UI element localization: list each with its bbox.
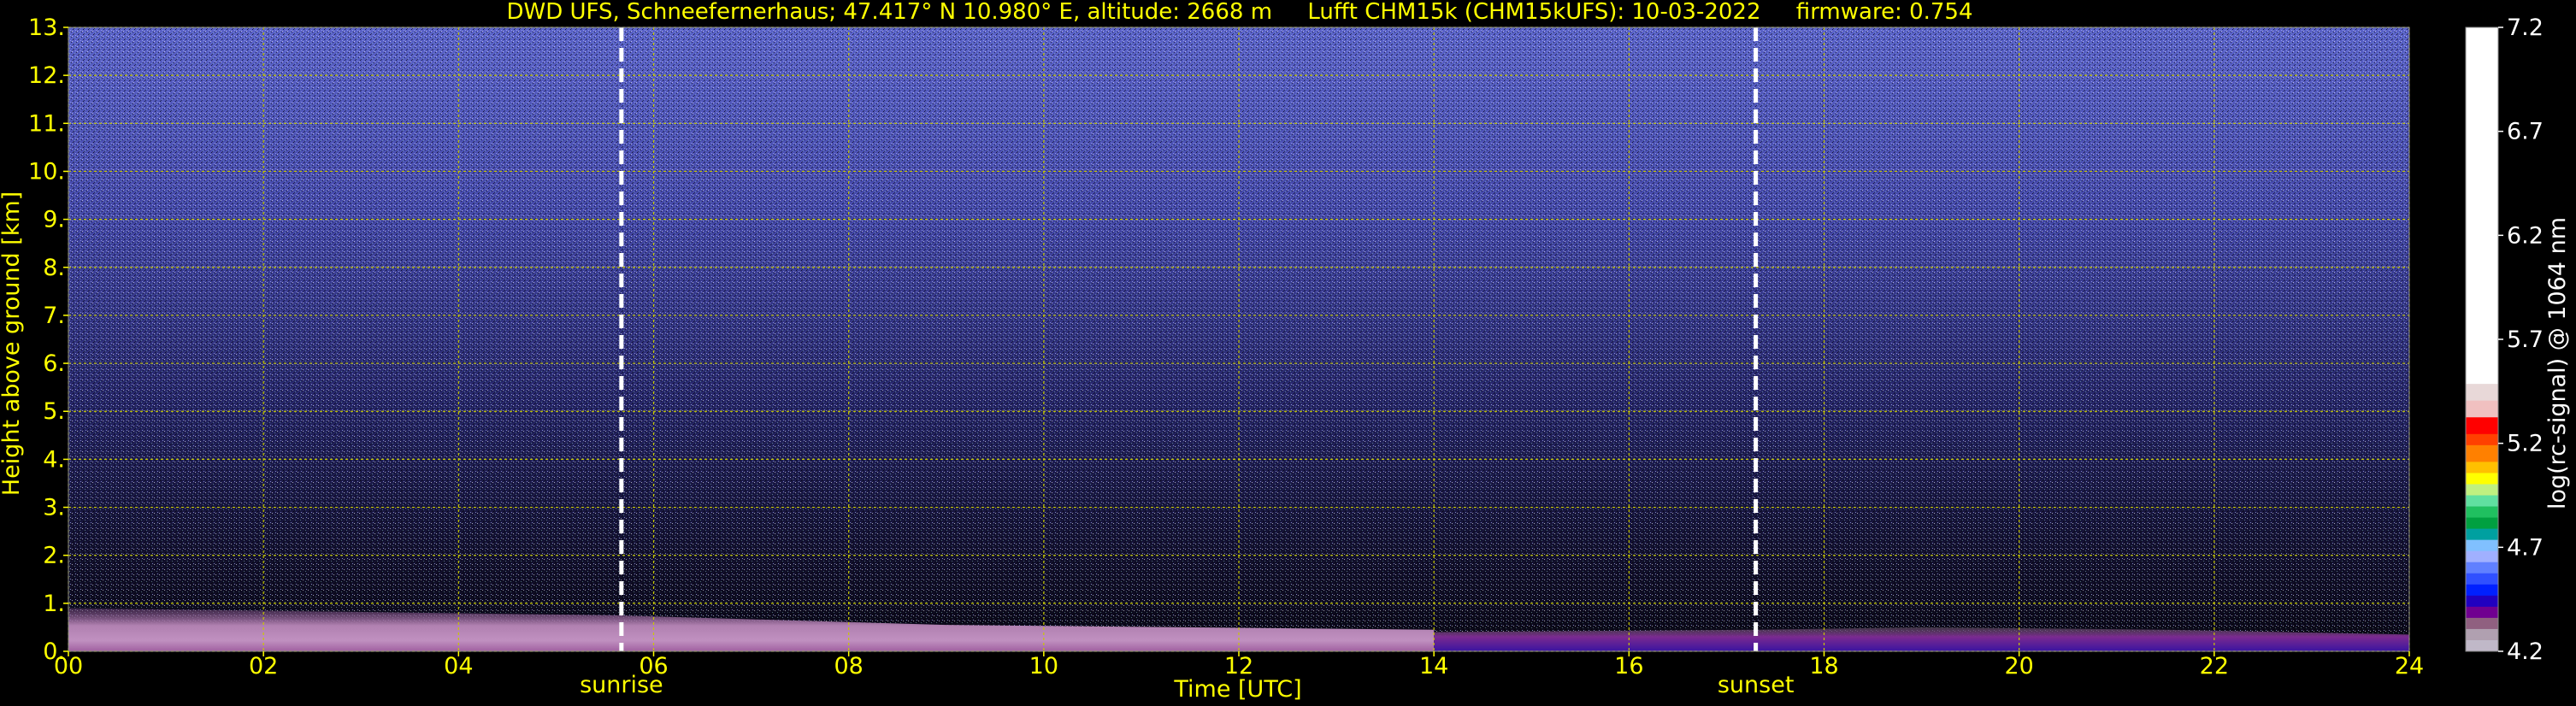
y-tick-label: 9. — [43, 207, 65, 233]
colorbar-tick-label: 4.7 — [2507, 534, 2544, 561]
y-axis-label: Height above ground [km] — [0, 191, 25, 496]
colorbar-segment — [2466, 506, 2498, 519]
colorbar-segment — [2466, 595, 2498, 608]
colorbar-segment — [2466, 584, 2498, 597]
x-axis-label: Time [UTC] — [1173, 676, 1301, 703]
y-tick-label: 4. — [43, 446, 65, 473]
colorbar-segment — [2466, 400, 2498, 418]
x-tick-label: 14 — [1419, 653, 1448, 680]
colorbar-segment — [2466, 495, 2498, 508]
colorbar-tick-label: 6.7 — [2507, 119, 2544, 145]
y-tick-label: 12. — [28, 62, 65, 89]
ceilometer-chart: 00 02 04 06 08 10 12 14 16 18 20 22 24 0.1.2.3.4.5.6… — [0, 0, 2571, 703]
colorbar-segment — [2466, 550, 2498, 563]
colorbar-tick-label: 5.7 — [2507, 327, 2544, 353]
colorbar-segment — [2466, 484, 2498, 496]
colorbar-segment — [2466, 639, 2498, 652]
colorbar-segment — [2466, 444, 2498, 462]
colorbar-ticks: 4.2 4.7 5.2 5.7 6.2 6.7 7.2 — [2498, 15, 2544, 665]
colorbar-tick-label: 7.2 — [2507, 15, 2544, 41]
x-tick-label: 10 — [1029, 653, 1058, 680]
chart-title: DWD UFS, Schneefernerhaus; 47.417° N 10.… — [506, 0, 1972, 25]
colorbar-tick-label: 6.2 — [2507, 222, 2544, 249]
y-tick-label: 1. — [43, 591, 65, 617]
colorbar-segment — [2466, 517, 2498, 530]
x-tick-label: 04 — [444, 653, 473, 680]
y-tick-label: 3. — [43, 495, 65, 521]
sunset-label: sunset — [1718, 672, 1795, 698]
colorbar-label: log(rc-signal) @ 1064 nm — [2544, 217, 2571, 509]
plot-area — [68, 26, 2410, 652]
colorbar-segment — [2466, 384, 2498, 402]
y-tick-label: 13. — [28, 15, 65, 41]
y-tick-label: 8. — [43, 255, 65, 281]
y-tick-label: 2. — [43, 543, 65, 569]
x-tick-label: 20 — [2004, 653, 2033, 680]
colorbar-segment — [2466, 606, 2498, 619]
x-tick-label: 18 — [1809, 653, 1838, 680]
y-tick-label: 5. — [43, 398, 65, 425]
x-tick-label: 22 — [2200, 653, 2229, 680]
colorbar-segment — [2466, 617, 2498, 630]
colorbar-segment — [2466, 528, 2498, 541]
colorbar-tick-label: 4.2 — [2507, 638, 2544, 665]
x-tick-label: 02 — [249, 653, 278, 680]
colorbar-segment — [2466, 539, 2498, 552]
x-tick-label: 08 — [834, 653, 863, 680]
colorbar-segment — [2466, 562, 2498, 574]
y-tick-label: 0. — [43, 638, 65, 665]
x-tick-label: 24 — [2395, 653, 2424, 680]
colorbar-tick-label: 5.2 — [2507, 431, 2544, 457]
x-tick-label: 16 — [1614, 653, 1643, 680]
colorbar — [2465, 26, 2499, 652]
colorbar-segment — [2466, 462, 2498, 474]
colorbar-segment — [2466, 27, 2498, 385]
y-tick-label: 10. — [28, 158, 65, 185]
colorbar-segment — [2466, 433, 2498, 446]
colorbar-segment — [2466, 573, 2498, 585]
colorbar-segment — [2466, 628, 2498, 641]
y-tick-label: 7. — [43, 303, 65, 329]
y-tick-label: 6. — [43, 350, 65, 377]
colorbar-segment — [2466, 417, 2498, 435]
y-axis-ticks: 0. 1. 2. 3. 4. 5. 6. 7. 8. 9. 10. 11. 12. 13. — [28, 15, 68, 665]
colorbar-segment — [2466, 473, 2498, 485]
y-tick-label: 11. — [28, 110, 65, 137]
sunrise-label: sunrise — [580, 672, 663, 698]
